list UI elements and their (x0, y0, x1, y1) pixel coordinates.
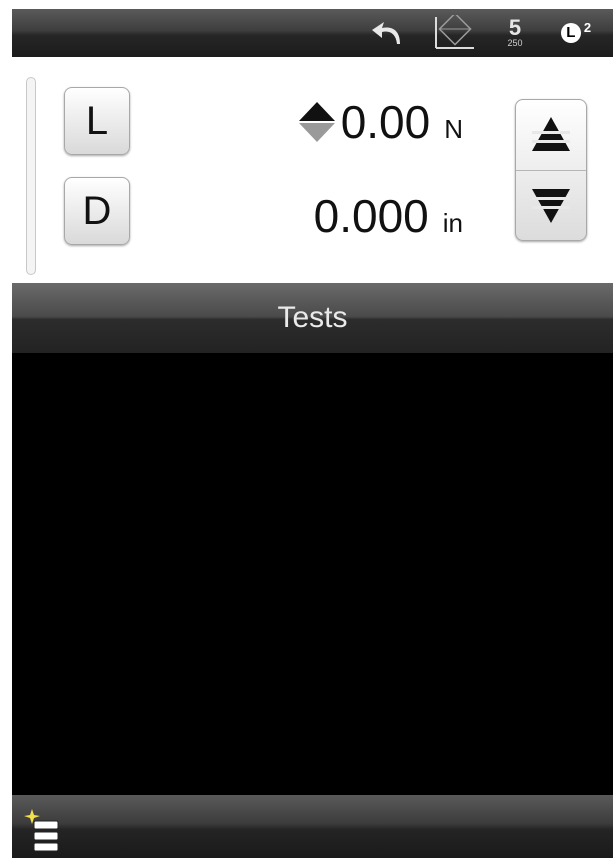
bottom-bar (12, 795, 613, 858)
displacement-readout: 0.000 in (314, 189, 463, 243)
displacement-value: 0.000 (313, 190, 429, 242)
displacement-key-button[interactable]: D (64, 177, 130, 245)
status-bar: 5 250 L 2 (12, 9, 613, 57)
sample-subcount: 250 (507, 38, 523, 48)
displacement-unit: in (442, 208, 463, 238)
jog-down-icon (532, 189, 570, 223)
jog-control (515, 99, 587, 241)
user-level-indicator[interactable]: L 2 (552, 15, 600, 51)
readout-scrollbar[interactable] (26, 77, 36, 275)
level-letter: L (560, 23, 581, 43)
device-screen: 5 250 L 2 L 0.00 N D 0.000 in Tests (12, 9, 613, 858)
load-readout: 0.00 N (297, 95, 463, 149)
load-unit: N (444, 114, 463, 144)
level-number: 2 (583, 19, 592, 35)
sample-count: 5 (508, 15, 522, 40)
tests-list-area[interactable] (12, 353, 613, 795)
load-value: 0.00 (340, 96, 431, 148)
readout-panel: L 0.00 N D 0.000 in (12, 57, 613, 283)
jog-up-button[interactable] (516, 100, 586, 171)
jog-up-icon (532, 117, 570, 151)
new-test-menu-icon[interactable] (22, 805, 66, 855)
tests-header: Tests (12, 283, 613, 353)
plot-view-icon[interactable] (432, 15, 476, 51)
sample-counter[interactable]: 5 250 (500, 15, 530, 51)
screen-frame: 5 250 L 2 L 0.00 N D 0.000 in Tests (0, 0, 613, 858)
jog-down-button[interactable] (516, 170, 586, 240)
load-key-button[interactable]: L (64, 87, 130, 155)
up-down-direction-icon (298, 102, 335, 142)
undo-icon[interactable] (368, 15, 408, 51)
